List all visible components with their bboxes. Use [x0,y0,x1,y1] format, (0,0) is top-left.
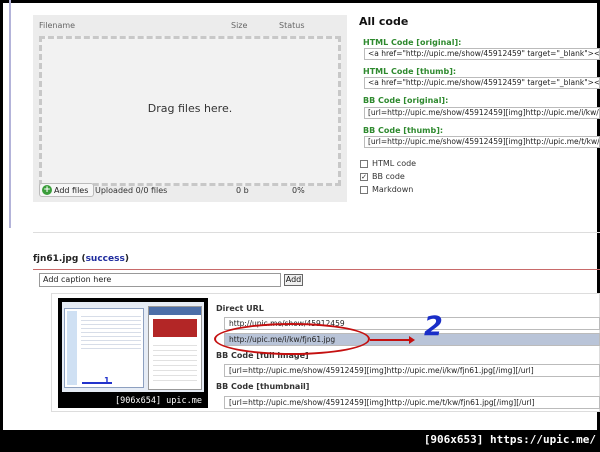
code-label-bb-original: BB Code [original]: [363,96,449,105]
thumb-web-header [149,307,201,315]
thumb-list [81,313,141,349]
upload-panel: Filename Size Status Drag files here. + … [33,15,347,202]
drop-zone[interactable]: Drag files here. [39,36,341,186]
upload-footer: + Add files Uploaded 0/0 files 0 b 0% [33,183,347,202]
thumb-webpage [148,306,202,390]
column-status: Status [279,21,305,30]
file-rule [33,269,600,270]
uploaded-count: Uploaded 0/0 files [95,186,168,195]
code-label-html-original: HTML Code [original]: [363,38,462,47]
option-html-code[interactable]: HTML code [360,159,416,168]
thumb-web-text [153,341,197,381]
thumbnail-image: 1 [62,302,204,392]
code-label-bb-thumb: BB Code [thumb]: [363,126,444,135]
all-code-title: All code [359,15,409,28]
field-bb-full[interactable]: [url=http://upic.me/show/45912459][img]h… [224,364,600,377]
file-name: fjn61.jpg [33,254,79,264]
option-bb-code-label: BB code [372,172,405,181]
code-field-bb-thumb[interactable]: [url=http://upic.me/show/45912459][img]h… [364,136,600,148]
caption-input[interactable]: Add caption here [39,273,281,287]
footer-text: [906x653] https://upic.me/ [423,433,596,446]
option-markdown-label: Markdown [372,185,414,194]
plus-icon: + [42,185,52,195]
option-html-code-label: HTML code [372,159,417,168]
code-label-html-thumb: HTML Code [thumb]: [363,67,457,76]
file-status: success [85,254,125,264]
drop-label: Drag files here. [147,102,233,115]
label-bb-thumb: BB Code [thumbnail] [216,382,310,391]
code-field-bb-original[interactable]: [url=http://upic.me/show/45912459][img]h… [364,107,600,119]
checkbox-html-code[interactable] [360,159,368,168]
field-bb-thumb[interactable]: [url=http://upic.me/show/45912459][img]h… [224,396,600,409]
label-direct-url: Direct URL [216,304,264,313]
code-field-html-original[interactable]: <a href="http://upic.me/show/45912459" t… [364,48,600,60]
checkbox-markdown[interactable] [360,185,368,194]
thumb-web-banner [153,319,197,337]
annotation-arrow-head [409,336,415,344]
column-size: Size [231,21,248,30]
option-bb-code[interactable]: ✓ BB code [360,172,405,181]
add-files-button[interactable]: + Add files [39,183,95,197]
file-heading: fjn61.jpg (success) [33,254,129,264]
annotation-arrow-line [370,339,410,341]
option-markdown[interactable]: Markdown [360,185,413,194]
caption-add-button[interactable]: Add [284,274,303,286]
section-divider [33,232,600,233]
thumb-sidebar [67,311,77,385]
add-files-label: Add files [54,185,89,195]
column-filename: Filename [39,21,76,30]
checkbox-bb-code[interactable]: ✓ [360,172,368,181]
thumbnail-caption: [906x654] upic.me [115,396,202,406]
annotation-number: 2 [424,311,443,342]
thumb-marker-number: 1 [104,376,110,385]
total-percent: 0% [292,186,305,195]
code-field-html-thumb[interactable]: <a href="http://upic.me/show/45912459" t… [364,77,600,89]
highlight-ellipse [214,323,370,355]
total-size: 0 b [236,186,249,195]
thumbnail[interactable]: 1 [906x654] upic.me [58,298,208,408]
left-rule [9,0,11,228]
